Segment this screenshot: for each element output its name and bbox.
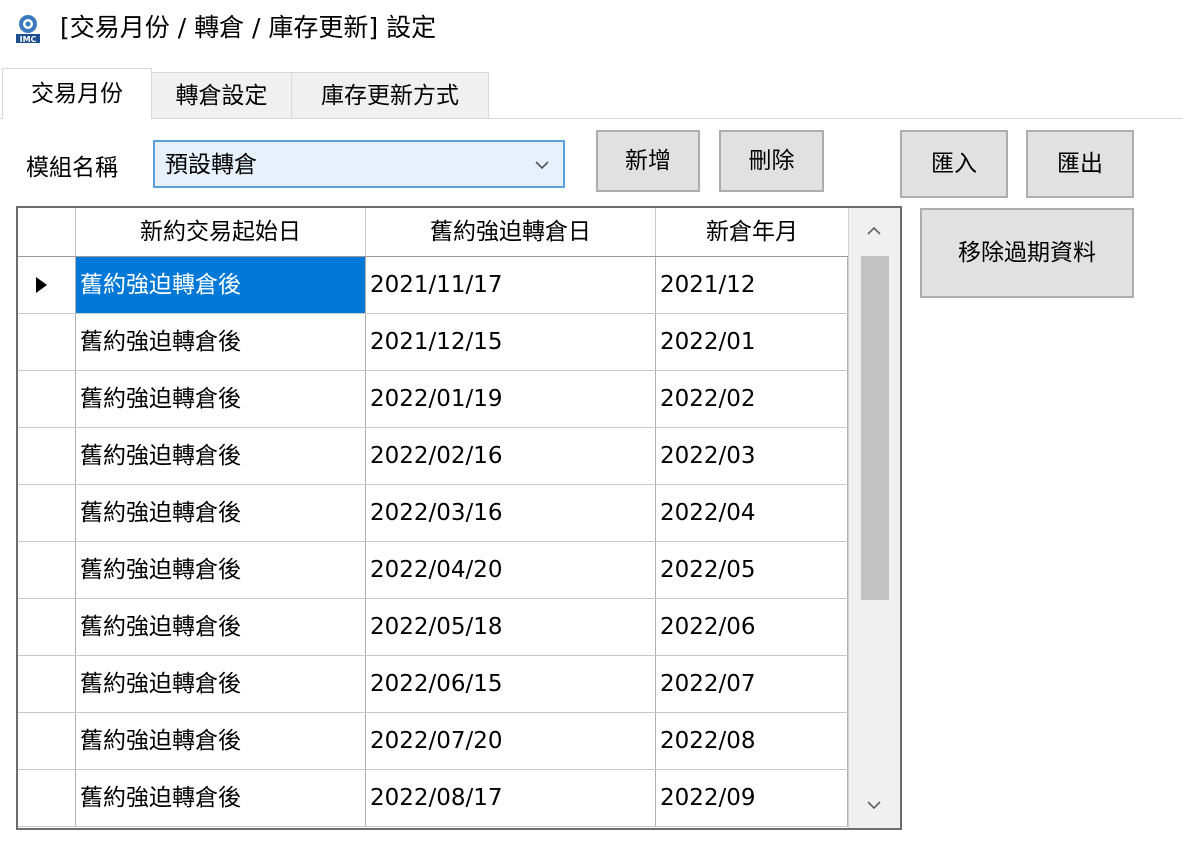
add-button[interactable]: 新增 bbox=[596, 130, 700, 192]
table-cell[interactable]: 2022/08 bbox=[656, 713, 848, 769]
row-header[interactable] bbox=[18, 542, 76, 598]
table-cell[interactable]: 2021/12 bbox=[656, 257, 848, 313]
tab-trading-month[interactable]: 交易月份 bbox=[2, 68, 152, 119]
table-cell[interactable]: 2022/02/16 bbox=[366, 428, 656, 484]
table-cell[interactable]: 2022/06/15 bbox=[366, 656, 656, 712]
column-header[interactable]: 新約交易起始日 bbox=[76, 208, 366, 256]
table-cell[interactable]: 2022/05/18 bbox=[366, 599, 656, 655]
module-select[interactable]: 預設轉倉 bbox=[153, 140, 565, 188]
table-cell[interactable]: 舊約強迫轉倉後 bbox=[76, 314, 366, 370]
remove-expired-button[interactable]: 移除過期資料 bbox=[920, 208, 1134, 298]
chevron-down-icon bbox=[867, 801, 881, 810]
rollover-grid[interactable]: 新約交易起始日 舊約強迫轉倉日 新倉年月 舊約強迫轉倉後 2021/11/17 … bbox=[16, 206, 902, 830]
table-cell[interactable]: 舊約強迫轉倉後 bbox=[76, 770, 366, 826]
table-row[interactable]: 舊約強迫轉倉後 2021/11/17 2021/12 bbox=[18, 257, 848, 314]
row-header[interactable] bbox=[18, 485, 76, 541]
current-row-pointer-icon bbox=[36, 277, 47, 293]
module-select-value: 預設轉倉 bbox=[165, 152, 257, 178]
row-header[interactable] bbox=[18, 371, 76, 427]
table-cell[interactable]: 舊約強迫轉倉後 bbox=[76, 257, 366, 313]
table-row[interactable]: 舊約強迫轉倉後 2022/03/16 2022/04 bbox=[18, 485, 848, 542]
row-header[interactable] bbox=[18, 428, 76, 484]
table-cell[interactable]: 2022/04 bbox=[656, 485, 848, 541]
row-header[interactable] bbox=[18, 656, 76, 712]
table-cell[interactable]: 2022/08/17 bbox=[366, 770, 656, 826]
table-cell[interactable]: 2022/03 bbox=[656, 428, 848, 484]
window-title: [交易月份 / 轉倉 / 庫存更新] 設定 bbox=[60, 13, 437, 42]
svg-text:IMC: IMC bbox=[20, 35, 37, 44]
table-row[interactable]: 舊約強迫轉倉後 2022/05/18 2022/06 bbox=[18, 599, 848, 656]
scroll-thumb[interactable] bbox=[861, 256, 889, 600]
column-header[interactable]: 新倉年月 bbox=[656, 208, 848, 256]
table-cell[interactable]: 舊約強迫轉倉後 bbox=[76, 428, 366, 484]
table-cell[interactable]: 舊約強迫轉倉後 bbox=[76, 656, 366, 712]
table-cell[interactable]: 2022/05 bbox=[656, 542, 848, 598]
delete-button[interactable]: 刪除 bbox=[719, 130, 824, 192]
table-cell[interactable]: 舊約強迫轉倉後 bbox=[76, 485, 366, 541]
row-header[interactable] bbox=[18, 599, 76, 655]
chevron-up-icon bbox=[867, 226, 881, 235]
table-cell[interactable]: 2022/09 bbox=[656, 770, 848, 826]
table-cell[interactable]: 2021/12/15 bbox=[366, 314, 656, 370]
table-row[interactable]: 舊約強迫轉倉後 2022/02/16 2022/03 bbox=[18, 428, 848, 485]
import-button[interactable]: 匯入 bbox=[900, 130, 1008, 198]
scroll-up-button[interactable] bbox=[849, 208, 900, 252]
row-header[interactable] bbox=[18, 257, 76, 313]
chevron-down-icon bbox=[535, 161, 549, 170]
vertical-scrollbar[interactable] bbox=[848, 208, 900, 828]
row-header[interactable] bbox=[18, 713, 76, 769]
scroll-down-button[interactable] bbox=[849, 784, 900, 828]
table-cell[interactable]: 2022/07/20 bbox=[366, 713, 656, 769]
table-row[interactable]: 舊約強迫轉倉後 2022/08/17 2022/09 bbox=[18, 770, 848, 827]
tab-rollover-settings[interactable]: 轉倉設定 bbox=[151, 72, 292, 118]
table-row[interactable]: 舊約強迫轉倉後 2022/04/20 2022/05 bbox=[18, 542, 848, 599]
table-row[interactable]: 舊約強迫轉倉後 2022/06/15 2022/07 bbox=[18, 656, 848, 713]
tab-inventory-update[interactable]: 庫存更新方式 bbox=[291, 72, 489, 118]
table-cell[interactable]: 2022/07 bbox=[656, 656, 848, 712]
row-header-corner bbox=[18, 208, 76, 256]
table-cell[interactable]: 舊約強迫轉倉後 bbox=[76, 542, 366, 598]
table-cell[interactable]: 2022/03/16 bbox=[366, 485, 656, 541]
table-cell[interactable]: 舊約強迫轉倉後 bbox=[76, 713, 366, 769]
table-cell[interactable]: 2022/04/20 bbox=[366, 542, 656, 598]
grid-header: 新約交易起始日 舊約強迫轉倉日 新倉年月 bbox=[18, 208, 848, 257]
title-bar: IMC [交易月份 / 轉倉 / 庫存更新] 設定 bbox=[0, 0, 1183, 58]
table-cell[interactable]: 2022/01 bbox=[656, 314, 848, 370]
table-cell[interactable]: 2022/01/19 bbox=[366, 371, 656, 427]
row-header[interactable] bbox=[18, 770, 76, 826]
table-row[interactable]: 舊約強迫轉倉後 2022/01/19 2022/02 bbox=[18, 371, 848, 428]
table-cell[interactable]: 2021/11/17 bbox=[366, 257, 656, 313]
table-cell[interactable]: 舊約強迫轉倉後 bbox=[76, 371, 366, 427]
export-button[interactable]: 匯出 bbox=[1026, 130, 1134, 198]
table-cell[interactable]: 2022/06 bbox=[656, 599, 848, 655]
table-row[interactable]: 舊約強迫轉倉後 2022/07/20 2022/08 bbox=[18, 713, 848, 770]
table-cell[interactable]: 2022/02 bbox=[656, 371, 848, 427]
module-name-label: 模組名稱 bbox=[26, 155, 118, 181]
column-header[interactable]: 舊約強迫轉倉日 bbox=[366, 208, 656, 256]
table-row[interactable]: 舊約強迫轉倉後 2021/12/15 2022/01 bbox=[18, 314, 848, 371]
tab-strip: 交易月份 轉倉設定 庫存更新方式 bbox=[0, 68, 1183, 120]
imc-logo-icon: IMC bbox=[16, 15, 40, 44]
row-header[interactable] bbox=[18, 314, 76, 370]
table-cell[interactable]: 舊約強迫轉倉後 bbox=[76, 599, 366, 655]
